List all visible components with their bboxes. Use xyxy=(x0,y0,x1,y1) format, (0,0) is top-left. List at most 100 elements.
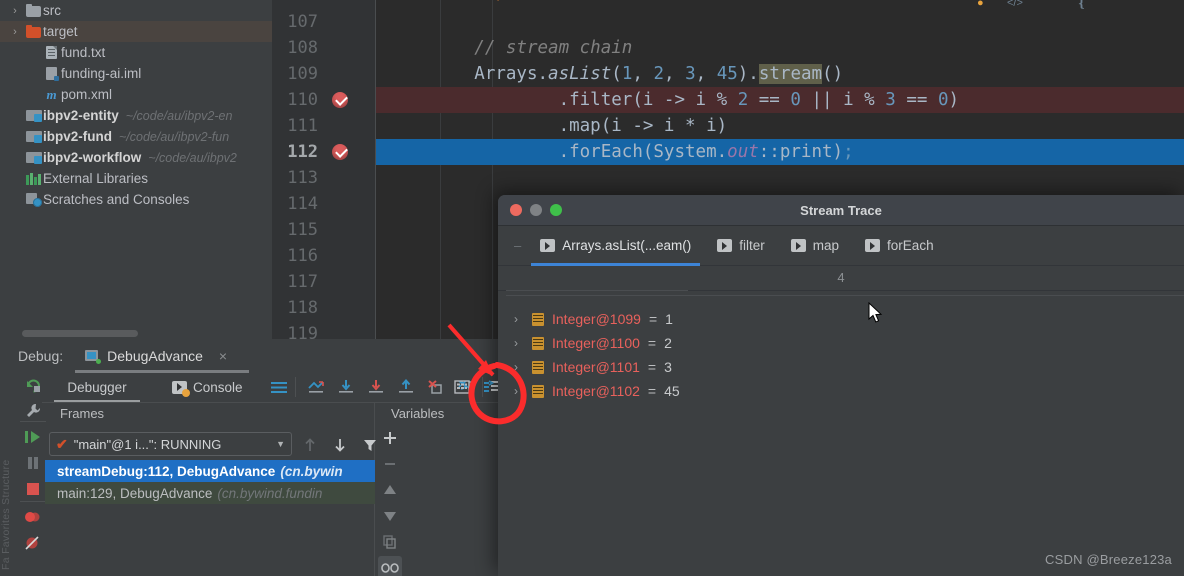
scrollbar-thumb[interactable] xyxy=(22,330,138,337)
frame-row[interactable]: main:129, DebugAdvance (cn.bywind.fundin xyxy=(45,482,375,504)
expand-chevron-icon[interactable]: › xyxy=(514,336,524,350)
stop-program-icon[interactable] xyxy=(21,477,45,501)
tree-item-path: ~/code/au/ibpv2 xyxy=(148,150,237,165)
project-tool-window[interactable]: › src › target.. fund.txt.. funding-ai.iml.. m… xyxy=(0,0,272,326)
expand-chevron-icon[interactable]: › xyxy=(514,384,524,398)
tab-console-label: Console xyxy=(193,379,243,395)
stream-trace-tab-2[interactable]: map xyxy=(778,226,852,266)
tree-twisty-icon[interactable]: . xyxy=(24,47,42,59)
debug-session-tab[interactable]: DebugAdvance × xyxy=(75,339,250,373)
chevron-down-icon: ▼ xyxy=(276,439,285,449)
stream-trace-dialog[interactable]: Stream Trace – Arrays.asList(...eam() fil… xyxy=(498,195,1184,576)
frames-list[interactable]: streamDebug:112, DebugAdvance (cn.bywin ma… xyxy=(45,460,375,576)
tree-twisty-icon[interactable]: . xyxy=(6,110,24,122)
frame-up-icon[interactable] xyxy=(300,435,320,455)
tree-twisty-icon[interactable]: . xyxy=(24,68,42,80)
frame-down-icon[interactable] xyxy=(330,435,350,455)
tab-debugger[interactable]: Debugger xyxy=(54,372,140,402)
thread-selector-dropdown[interactable]: ✔ "main"@1 i...": RUNNING ▼ xyxy=(49,432,292,456)
move-down-icon[interactable] xyxy=(378,504,402,528)
stream-trace-value-row[interactable]: › Integer@1102 = 45 xyxy=(498,379,1184,403)
stream-stage-icon xyxy=(540,239,556,252)
line-number: 108 xyxy=(287,38,318,58)
tree-twisty-icon[interactable]: › xyxy=(6,5,24,17)
line-number: 118 xyxy=(287,298,318,318)
code-line[interactable]: .map(i -> i * i) xyxy=(390,113,728,139)
line-number: 111 xyxy=(287,116,318,136)
tree-item-ibpv2-workflow[interactable]: . ibpv2-workflow ~/code/au/ibpv2 xyxy=(0,147,272,168)
code-line[interactable]: // stream chain xyxy=(390,35,632,61)
stream-trace-tab-1[interactable]: filter xyxy=(704,226,778,266)
debugger-toolbar[interactable]: Debugger Console xyxy=(42,372,498,402)
tree-item-target[interactable]: › target xyxy=(0,21,272,42)
editor-gutter[interactable]: 107 108 109 110 111 112 113 114 115 116 117 118 119 xyxy=(272,0,376,339)
scratches-icon xyxy=(24,193,43,207)
tree-item-pom-xml[interactable]: .. m pom.xml xyxy=(0,84,272,105)
stream-trace-values-panel[interactable]: › Integer@1099 = 1 › Integer@1100 = 2 › Integer@1… xyxy=(498,291,1184,575)
tabs-scroll-indicator: – xyxy=(514,238,522,253)
code-line[interactable]: .filter(i -> i % 2 == 0 || i % 3 == 0) xyxy=(390,87,959,113)
variables-label: Variables xyxy=(391,406,445,421)
tree-twisty-icon[interactable]: . xyxy=(6,131,24,143)
force-step-over-icon[interactable] xyxy=(424,375,448,399)
stream-trace-tabs[interactable]: – Arrays.asList(...eam() filter map forEach xyxy=(498,226,1184,266)
add-watch-icon[interactable] xyxy=(378,426,402,450)
code-line[interactable]: .forEach(System.out::print); xyxy=(390,139,854,165)
layout-settings-icon[interactable] xyxy=(267,375,291,399)
stream-trace-value-row[interactable]: › Integer@1099 = 1 xyxy=(498,307,1184,331)
tree-item-label: pom.xml xyxy=(61,87,113,102)
view-breakpoints-icon[interactable] xyxy=(21,505,45,529)
link-watches-icon[interactable] xyxy=(378,556,402,576)
variables-actions-rail[interactable] xyxy=(375,426,405,576)
stream-trace-value-row[interactable]: › Integer@1100 = 2 xyxy=(498,331,1184,355)
stream-trace-value-row[interactable]: › Integer@1101 = 3 xyxy=(498,355,1184,379)
project-tree-horizontal-scrollbar[interactable] xyxy=(0,327,272,339)
stream-trace-tab-3[interactable]: forEach xyxy=(852,226,947,266)
stream-trace-tab-label: Arrays.asList(...eam() xyxy=(562,238,692,253)
object-value: 2 xyxy=(664,335,672,351)
object-reference-label: Integer@1100 xyxy=(552,335,640,351)
tree-item-scratches-and-consoles[interactable]: . Scratches and Consoles xyxy=(0,189,272,210)
tree-twisty-icon[interactable]: . xyxy=(6,194,24,206)
copy-icon[interactable] xyxy=(378,530,402,554)
evaluate-expression-icon[interactable] xyxy=(450,375,474,399)
mute-breakpoints-icon[interactable] xyxy=(21,531,45,555)
line-number: 113 xyxy=(287,168,318,188)
show-execution-point-icon[interactable] xyxy=(304,375,328,399)
step-out-icon[interactable] xyxy=(394,375,418,399)
stream-trace-titlebar[interactable]: Stream Trace xyxy=(498,195,1184,226)
tree-item-funding-ai-iml[interactable]: .. funding-ai.iml xyxy=(0,63,272,84)
frame-row[interactable]: streamDebug:112, DebugAdvance (cn.bywin xyxy=(45,460,375,482)
tree-item-label: Scratches and Consoles xyxy=(43,192,190,207)
code-line[interactable]: Arrays.asList(1, 2, 3, 45).stream() xyxy=(390,61,843,87)
tree-item-ibpv2-fund[interactable]: . ibpv2-fund ~/code/au/ibpv2-fun xyxy=(0,126,272,147)
line-number: 107 xyxy=(287,12,318,32)
move-up-icon[interactable] xyxy=(378,478,402,502)
tree-twisty-icon[interactable]: . xyxy=(24,89,42,101)
tree-item-fund-txt[interactable]: .. fund.txt xyxy=(0,42,272,63)
tree-item-external-libraries[interactable]: . External Libraries xyxy=(0,168,272,189)
tree-item-label: src xyxy=(43,3,61,18)
tree-twisty-icon[interactable]: › xyxy=(6,26,24,38)
application-icon xyxy=(85,349,102,364)
breakpoint-icon[interactable] xyxy=(332,144,348,160)
remove-watch-icon[interactable] xyxy=(378,452,402,476)
expand-chevron-icon[interactable]: › xyxy=(514,312,524,326)
maven-pom-icon: m xyxy=(46,87,57,102)
close-icon[interactable]: × xyxy=(219,348,227,364)
breakpoint-icon[interactable] xyxy=(332,92,348,108)
thread-selector-row[interactable]: ✔ "main"@1 i...": RUNNING ▼ xyxy=(42,428,376,460)
stream-trace-tab-label: forEach xyxy=(887,238,934,253)
tree-twisty-icon[interactable]: . xyxy=(6,152,24,164)
tree-item-ibpv2-entity[interactable]: . ibpv2-entity ~/code/au/ibpv2-en xyxy=(0,105,272,126)
expand-chevron-icon[interactable]: › xyxy=(514,360,524,374)
stream-trace-tab-0[interactable]: Arrays.asList(...eam() xyxy=(527,226,704,266)
tree-twisty-icon[interactable]: . xyxy=(6,173,24,185)
ide-window: ›src›target..fund.txt..funding-ai.iml..m… xyxy=(0,0,1184,576)
tree-item-src[interactable]: › src xyxy=(0,0,272,21)
tab-console[interactable]: Console xyxy=(172,372,243,402)
object-reference-label: Integer@1101 xyxy=(552,359,640,375)
step-over-icon[interactable] xyxy=(334,375,358,399)
line-number: 117 xyxy=(287,272,318,292)
step-into-icon[interactable] xyxy=(364,375,388,399)
